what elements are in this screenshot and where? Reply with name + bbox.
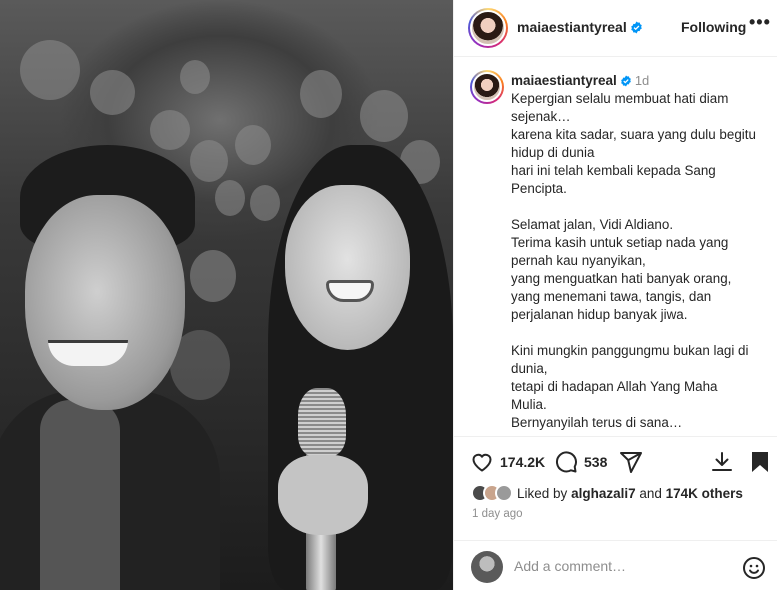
caption-line: yang menguatkan hati banyak orang, bbox=[511, 271, 732, 286]
caption-text: Kepergian selalu membuat hati diam sejen… bbox=[511, 90, 756, 432]
comment-bar: Add a comment… bbox=[454, 540, 777, 590]
man-collar bbox=[40, 400, 120, 590]
comment-icon[interactable] bbox=[554, 450, 578, 474]
caption-line: yang menemani tawa, tangis, dan perjalan… bbox=[511, 289, 712, 322]
post-side-panel: maiaestiantyreal Following ••• maiaestia… bbox=[453, 0, 777, 590]
download-icon[interactable] bbox=[710, 450, 734, 474]
caption-line: Kini mungkin panggungmu bukan lagi di du… bbox=[511, 343, 749, 376]
share-action bbox=[619, 450, 643, 474]
liked-by-text[interactable]: Liked by alghazali7 and 174K others bbox=[517, 486, 743, 501]
following-button[interactable]: Following bbox=[681, 19, 746, 35]
liked-by-user[interactable]: alghazali7 bbox=[571, 486, 636, 501]
like-action: 174.2K bbox=[470, 450, 545, 474]
comment-action: 538 bbox=[554, 450, 607, 474]
comment-count[interactable]: 538 bbox=[584, 454, 607, 470]
post-photo[interactable] bbox=[0, 0, 453, 590]
more-options-icon[interactable]: ••• bbox=[749, 12, 771, 33]
liked-by-connector: and bbox=[639, 485, 662, 501]
liked-by-row[interactable]: Liked by alghazali7 and 174K others bbox=[471, 484, 743, 502]
post-date[interactable]: 1 day ago bbox=[472, 508, 523, 520]
caption-author-avatar[interactable] bbox=[470, 70, 504, 104]
bookmark-icon[interactable] bbox=[749, 450, 771, 474]
emoji-icon[interactable] bbox=[742, 556, 766, 580]
share-icon[interactable] bbox=[619, 450, 643, 474]
caption-line: Bernyanyilah terus di sana… bbox=[511, 415, 683, 430]
post-time-ago: 1d bbox=[634, 73, 650, 88]
woman-face bbox=[285, 185, 410, 350]
caption-line: karena kita sadar, suara yang dulu begit… bbox=[511, 127, 756, 160]
man-face bbox=[25, 195, 185, 410]
verified-badge-icon bbox=[620, 75, 631, 87]
liked-by-prefix: Liked by bbox=[517, 485, 568, 501]
post-actions: 174.2K 538 Liked by alghazali7 and 174K … bbox=[454, 436, 777, 534]
caption-line: Selamat jalan, Vidi Aldiano. bbox=[511, 217, 674, 232]
verified-badge-icon bbox=[630, 21, 642, 34]
caption-username[interactable]: maiaestiantyreal bbox=[511, 73, 617, 88]
author-username[interactable]: maiaestiantyreal bbox=[517, 19, 643, 35]
caption-header: maiaestiantyreal 1d bbox=[511, 72, 649, 90]
liked-by-others[interactable]: 174K others bbox=[666, 486, 743, 501]
microphone bbox=[298, 388, 346, 456]
current-user-avatar bbox=[471, 551, 503, 583]
liker-avatar bbox=[495, 484, 513, 502]
like-count[interactable]: 174.2K bbox=[500, 454, 545, 470]
caption-line: tetapi di hadapan Allah Yang Maha Mulia. bbox=[511, 379, 718, 412]
caption-scroll-area[interactable]: maiaestiantyreal 1d Kepergian selalu memb… bbox=[454, 58, 777, 438]
caption-line: hari ini telah kembali kepada Sang Penci… bbox=[511, 163, 716, 196]
heart-icon[interactable] bbox=[470, 450, 494, 474]
author-username-text[interactable]: maiaestiantyreal bbox=[517, 19, 627, 35]
woman-hand bbox=[278, 455, 368, 535]
save-action bbox=[749, 450, 771, 474]
download-action bbox=[710, 450, 734, 474]
comment-input[interactable]: Add a comment… bbox=[514, 558, 626, 574]
author-avatar[interactable] bbox=[468, 8, 508, 48]
caption-line: Terima kasih untuk setiap nada yang pern… bbox=[511, 235, 729, 268]
caption-line: Kepergian selalu membuat hati diam sejen… bbox=[511, 91, 729, 124]
post-header: maiaestiantyreal Following ••• bbox=[454, 0, 777, 57]
